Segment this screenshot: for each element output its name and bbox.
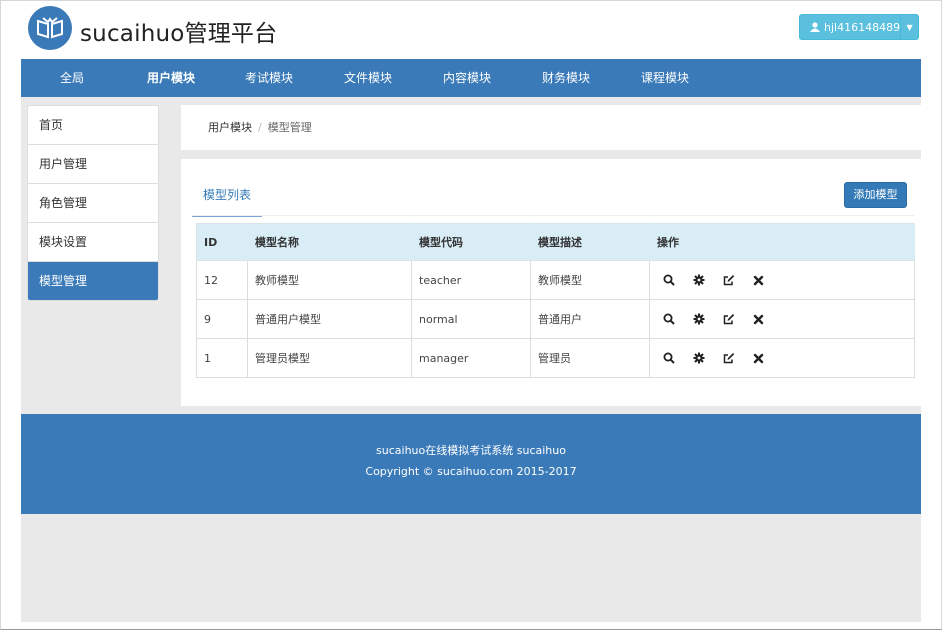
column-header-name: 模型名称 [247,223,412,261]
footer: sucaihuo在线模拟考试系统 sucaihuo Copyright © su… [21,414,921,514]
user-menu-button[interactable]: hjl416148489 ▼ [799,14,919,40]
column-header-id: ID [196,223,248,261]
cell-desc: 管理员 [530,338,650,378]
sidebar-item-model-management[interactable]: 模型管理 [28,262,158,300]
cell-id: 1 [196,338,248,378]
table-row: 1 管理员模型 manager 管理员 [196,338,915,378]
column-header-actions: 操作 [649,223,915,261]
chevron-down-icon[interactable]: ▼ [900,15,918,39]
main-panel: 模型列表 添加模型 ID 模型名称 模型代码 模型描述 操作 12 教师模型 tea… [181,159,921,406]
footer-title: sucaihuo在线模拟考试系统 sucaihuo [376,444,566,457]
search-icon[interactable] [662,313,675,326]
delete-icon[interactable] [752,274,765,287]
nav-item-exam-module[interactable]: 考试模块 [245,59,293,97]
nav-item-finance-module[interactable]: 财务模块 [542,59,590,97]
sidebar: 首页 用户管理 角色管理 模块设置 模型管理 [27,105,159,301]
column-header-code: 模型代码 [411,223,531,261]
tab-divider [192,215,914,216]
edit-icon[interactable] [722,313,735,326]
sidebar-item-roles[interactable]: 角色管理 [28,184,158,223]
gear-icon[interactable] [692,352,705,365]
user-icon [810,22,820,32]
book-logo-icon [37,17,63,39]
delete-icon[interactable] [752,352,765,365]
gear-icon[interactable] [692,313,705,326]
cell-actions [649,338,915,378]
cell-desc: 普通用户 [530,299,650,339]
cell-name: 普通用户模型 [247,299,412,339]
model-table: ID 模型名称 模型代码 模型描述 操作 12 教师模型 teacher 教师模型 9 普… [196,223,915,378]
nav-item-content-module[interactable]: 内容模块 [443,59,491,97]
cell-id: 12 [196,260,248,300]
search-icon[interactable] [662,352,675,365]
search-icon[interactable] [662,274,675,287]
nav-item-global[interactable]: 全局 [60,59,84,97]
sidebar-item-users[interactable]: 用户管理 [28,145,158,184]
tab-model-list[interactable]: 模型列表 [192,177,262,217]
edit-icon[interactable] [722,352,735,365]
table-row: 9 普通用户模型 normal 普通用户 [196,299,915,339]
cell-actions [649,299,915,339]
cell-code: manager [411,338,531,378]
nav-item-course-module[interactable]: 课程模块 [641,59,689,97]
table-row: 12 教师模型 teacher 教师模型 [196,260,915,300]
cell-name: 管理员模型 [247,338,412,378]
bottom-area [21,514,921,622]
user-name: hjl416148489 [824,20,901,34]
cell-name: 教师模型 [247,260,412,300]
cell-id: 9 [196,299,248,339]
logo [28,6,72,50]
column-header-desc: 模型描述 [530,223,650,261]
cell-desc: 教师模型 [530,260,650,300]
breadcrumb-separator: / [258,121,262,134]
breadcrumb: 用户模块 / 模型管理 [208,105,312,150]
sidebar-item-module-settings[interactable]: 模块设置 [28,223,158,262]
gear-icon[interactable] [692,274,705,287]
cell-code: teacher [411,260,531,300]
nav-item-user-module[interactable]: 用户模块 [147,59,195,97]
breadcrumb-parent[interactable]: 用户模块 [208,121,252,134]
cell-code: normal [411,299,531,339]
delete-icon[interactable] [752,313,765,326]
footer-copyright: Copyright © sucaihuo.com 2015-2017 [365,465,577,478]
sidebar-item-home[interactable]: 首页 [28,106,158,145]
breadcrumb-panel: 用户模块 / 模型管理 [181,105,921,150]
add-model-button[interactable]: 添加模型 [844,182,907,208]
top-nav: 全局 用户模块 考试模块 文件模块 内容模块 财务模块 课程模块 [21,59,921,97]
edit-icon[interactable] [722,274,735,287]
brand-title: sucaihuo管理平台 [80,21,278,47]
breadcrumb-current: 模型管理 [267,121,312,134]
nav-item-file-module[interactable]: 文件模块 [344,59,392,97]
table-header-row: ID 模型名称 模型代码 模型描述 操作 [196,223,915,261]
cell-actions [649,260,915,300]
